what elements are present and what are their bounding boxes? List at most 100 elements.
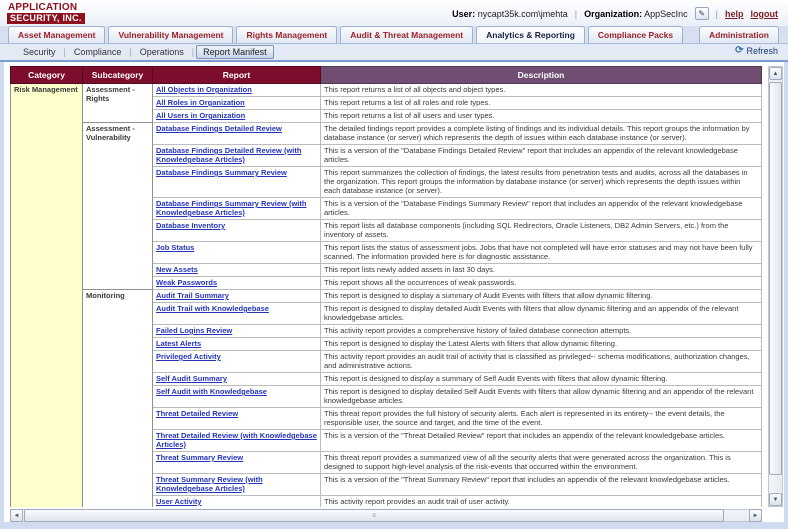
tab-compliance-packs[interactable]: Compliance Packs xyxy=(587,26,684,43)
subtab-compliance[interactable]: Compliance xyxy=(68,46,128,58)
vertical-scrollbar[interactable]: ▲ ▼ xyxy=(768,66,783,507)
description-cell: This is a version of the "Threat Summary… xyxy=(320,473,762,496)
scroll-up-arrow-icon[interactable]: ▲ xyxy=(769,67,782,80)
description-cell: This report returns a list of all object… xyxy=(320,83,762,97)
tab-administration[interactable]: Administration xyxy=(699,26,779,43)
report-cell: Threat Summary Review xyxy=(152,451,321,474)
tab-rights-management[interactable]: Rights Management xyxy=(236,26,338,43)
scroll-down-arrow-icon[interactable]: ▼ xyxy=(769,493,782,506)
report-link[interactable]: Self Audit with Knowledgebase xyxy=(156,387,267,396)
description-cell: This is a version of the "Database Findi… xyxy=(320,144,762,167)
report-cell: Database Findings Summary Review (with K… xyxy=(152,197,321,220)
organization-value: AppSecInc xyxy=(644,8,688,19)
report-cell: Database Findings Detailed Review (with … xyxy=(152,144,321,167)
divider: | xyxy=(715,8,718,19)
description-cell: This report is designed to display the L… xyxy=(320,337,762,351)
report-cell: New Assets xyxy=(152,263,321,277)
description-cell: This report is designed to display detai… xyxy=(320,302,762,325)
company-logo: APPLICATION SECURITY, INC. xyxy=(7,2,85,24)
report-cell: Threat Detailed Review (with Knowledgeba… xyxy=(152,429,321,452)
report-cell: Failed Logins Review xyxy=(152,324,321,338)
report-link[interactable]: Threat Summary Review (with Knowledgebas… xyxy=(156,475,263,493)
logout-link[interactable]: logout xyxy=(751,9,779,19)
report-cell: User Activity xyxy=(152,495,321,507)
report-link[interactable]: Threat Detailed Review (with Knowledgeba… xyxy=(156,431,317,449)
refresh-icon: ⟳ xyxy=(735,45,744,56)
tab-audit-threat-management[interactable]: Audit & Threat Management xyxy=(340,26,474,43)
report-cell: Audit Trail with Knowledgebase xyxy=(152,302,321,325)
column-header-subcategory: Subcategory xyxy=(82,66,153,84)
report-link[interactable]: All Users in Organization xyxy=(156,111,245,120)
divider: | xyxy=(574,8,578,19)
report-link[interactable]: Database Inventory xyxy=(156,221,225,230)
tab-asset-management[interactable]: Asset Management xyxy=(8,26,106,43)
table-row: Monitoring Audit Trail Summary This report… xyxy=(11,289,762,507)
report-link[interactable]: Database Findings Summary Review xyxy=(156,168,287,177)
scroll-left-arrow-icon[interactable]: ◄ xyxy=(10,509,23,522)
table-body: Risk Management Assessment - Rights All Ob… xyxy=(10,83,762,507)
vertical-scrollbar-thumb[interactable] xyxy=(769,82,782,475)
horizontal-scrollbar[interactable]: ◄ ≡ ► xyxy=(10,509,762,522)
report-link[interactable]: Weak Passwords xyxy=(156,278,217,287)
table-header: Category Subcategory Report Description xyxy=(10,66,762,84)
description-cell: This activity report provides an audit t… xyxy=(320,495,762,507)
report-cell: Self Audit with Knowledgebase xyxy=(152,385,321,408)
description-cell: This report shows all the occurrences of… xyxy=(320,276,762,290)
tab-vulnerability-management[interactable]: Vulnerability Management xyxy=(108,26,234,43)
report-cell: All Users in Organization xyxy=(152,109,321,123)
content-panel: Category Subcategory Report Description Ris… xyxy=(4,62,784,522)
report-link[interactable]: Privileged Activity xyxy=(156,352,221,361)
report-link[interactable]: Threat Detailed Review xyxy=(156,409,238,418)
app-window: APPLICATION SECURITY, INC. User: nycapt3… xyxy=(0,0,788,529)
description-cell: This threat report provides a summarized… xyxy=(320,451,762,474)
help-link[interactable]: help xyxy=(725,9,744,19)
report-link[interactable]: User Activity xyxy=(156,497,202,506)
report-link[interactable]: All Roles in Organization xyxy=(156,98,245,107)
table-row: Risk Management Assessment - Rights All Ob… xyxy=(10,83,762,507)
report-link[interactable]: Audit Trail with Knowledgebase xyxy=(156,304,269,313)
report-link[interactable]: Job Status xyxy=(156,243,194,252)
column-header-description: Description xyxy=(320,66,762,84)
report-cell: Weak Passwords xyxy=(152,276,321,290)
report-link[interactable]: New Assets xyxy=(156,265,198,274)
user-info-bar: User: nycapt35k.com\jmehta | Organizatio… xyxy=(452,7,778,20)
refresh-button[interactable]: ⟳ Refresh xyxy=(735,45,778,57)
description-cell: This activity report provides a comprehe… xyxy=(320,324,762,338)
description-cell: This is a version of the "Database Findi… xyxy=(320,197,762,220)
report-link[interactable]: Database Findings Detailed Review (with … xyxy=(156,146,301,164)
description-cell: This report lists all database component… xyxy=(320,219,762,242)
subtab-separator: | xyxy=(191,47,195,57)
report-cell: All Objects in Organization xyxy=(152,83,321,97)
description-cell: This report summarizes the collection of… xyxy=(320,166,762,198)
subcategory-cell: Assessment - Vulnerability xyxy=(82,122,153,290)
column-header-category: Category xyxy=(10,66,83,84)
user-value: nycapt35k.com\jmehta xyxy=(477,8,568,19)
report-link[interactable]: Latest Alerts xyxy=(156,339,201,348)
description-cell: This is a version of the "Threat Detaile… xyxy=(320,429,762,452)
report-link[interactable]: Database Findings Detailed Review xyxy=(156,124,282,133)
table-row: Assessment - Vulnerability Database Findi… xyxy=(11,122,762,290)
tab-analytics-reporting[interactable]: Analytics & Reporting xyxy=(476,26,585,43)
subtab-report-manifest[interactable]: Report Manifest xyxy=(196,45,274,59)
subtab-security[interactable]: Security xyxy=(17,46,62,58)
edit-organization-icon[interactable]: ✎ xyxy=(694,7,709,20)
report-link[interactable]: Failed Logins Review xyxy=(156,326,232,335)
scroll-right-arrow-icon[interactable]: ► xyxy=(749,509,762,522)
description-cell: This report is designed to display detai… xyxy=(320,385,762,408)
report-cell: Self Audit Summary xyxy=(152,372,321,386)
description-cell: The detailed findings report provides a … xyxy=(320,122,762,145)
description-cell: This threat report provides the full his… xyxy=(320,407,762,430)
report-link[interactable]: Audit Trail Summary xyxy=(156,291,229,300)
refresh-label: Refresh xyxy=(746,46,778,56)
report-link[interactable]: Database Findings Summary Review (with K… xyxy=(156,199,306,217)
logo-line2: SECURITY, INC. xyxy=(7,13,85,24)
horizontal-scrollbar-thumb[interactable]: ≡ xyxy=(24,509,724,522)
report-link[interactable]: All Objects in Organization xyxy=(156,85,252,94)
report-cell: Database Findings Summary Review xyxy=(152,166,321,198)
main-tab-bar: Asset Management Vulnerability Management… xyxy=(0,26,788,44)
report-cell: Job Status xyxy=(152,241,321,264)
report-link[interactable]: Self Audit Summary xyxy=(156,374,227,383)
column-header-report: Report xyxy=(152,66,321,84)
subtab-operations[interactable]: Operations xyxy=(134,46,190,58)
report-link[interactable]: Threat Summary Review xyxy=(156,453,243,462)
